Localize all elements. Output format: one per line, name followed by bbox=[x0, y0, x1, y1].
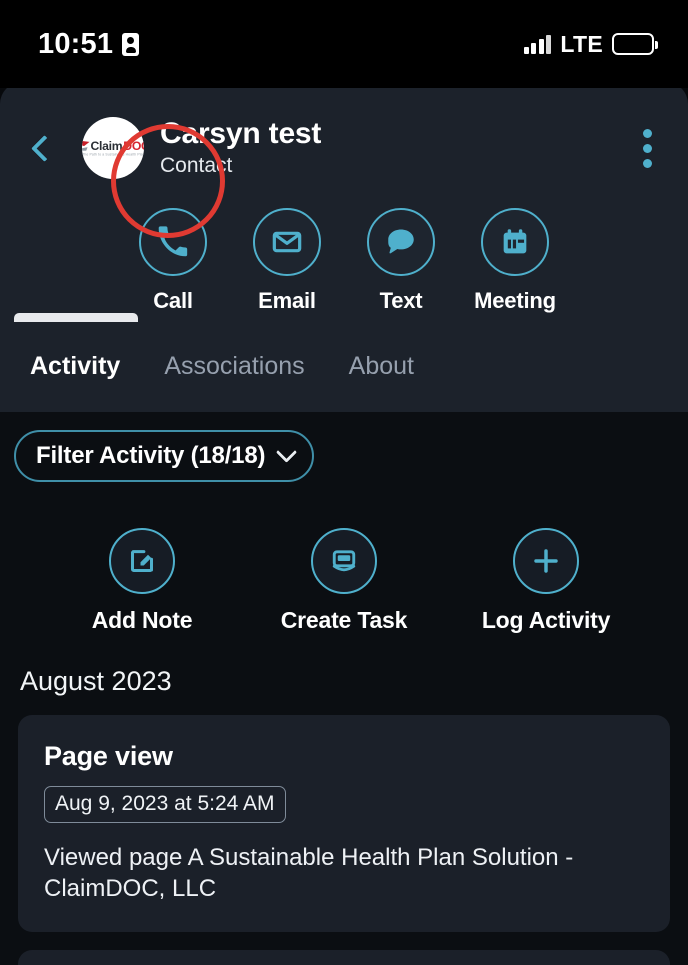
action-text[interactable]: Text bbox=[344, 208, 458, 314]
status-bar-right: LTE bbox=[523, 30, 658, 58]
overflow-menu-icon[interactable] bbox=[616, 128, 678, 168]
action-email-label: Email bbox=[258, 288, 316, 313]
quick-action-log-activity[interactable]: Log Activity bbox=[471, 528, 621, 634]
logo-word-doc: DOC bbox=[122, 138, 144, 153]
activity-card-title: Page view bbox=[44, 741, 173, 771]
edit-note-icon bbox=[109, 528, 175, 594]
quick-action-create-task-label: Create Task bbox=[280, 607, 408, 633]
logo-tagline: The Path to a Sustainable Health Plan bbox=[82, 152, 144, 157]
filter-activity-label: Filter Activity (18/18) bbox=[36, 442, 266, 469]
activity-feed: Add Note Create Task Log Activity August… bbox=[0, 500, 688, 965]
tab-activity[interactable]: Activity bbox=[30, 346, 120, 381]
calendar-icon bbox=[481, 208, 549, 276]
contact-tabs: Activity Associations About bbox=[0, 346, 688, 412]
activity-card-body: Viewed page A Sustainable Health Plan So… bbox=[44, 844, 574, 902]
filter-activity-button[interactable]: Filter Activity (18/18) bbox=[14, 430, 315, 482]
action-text-label: Text bbox=[379, 288, 423, 313]
action-meeting-label: Meeting bbox=[474, 288, 556, 313]
back-button[interactable] bbox=[12, 134, 76, 162]
contact-identity: ClaimDOC The Path to a Sustainable Healt… bbox=[82, 117, 616, 179]
claimdoc-mark-icon bbox=[82, 140, 89, 150]
action-call[interactable]: Call bbox=[116, 208, 230, 314]
quick-action-log-activity-label: Log Activity bbox=[481, 607, 611, 633]
battery-full-icon bbox=[612, 33, 658, 55]
chat-bubble-icon bbox=[367, 208, 435, 276]
page-title: Carsyn test bbox=[160, 117, 322, 151]
activity-card-next-partial[interactable] bbox=[18, 950, 670, 965]
activity-timestamp-chip: Aug 9, 2023 at 5:24 AM bbox=[44, 786, 286, 823]
quick-actions: Add Note Create Task Log Activity bbox=[0, 500, 688, 634]
status-bar-left: 10:51 bbox=[38, 27, 140, 61]
quick-action-add-note[interactable]: Add Note bbox=[67, 528, 217, 634]
filter-bar: Filter Activity (18/18) bbox=[0, 412, 688, 500]
activity-card[interactable]: Page view Aug 9, 2023 at 5:24 AM Viewed … bbox=[18, 715, 670, 933]
action-call-label: Call bbox=[153, 288, 193, 313]
contact-header-row: ClaimDOC The Path to a Sustainable Healt… bbox=[0, 100, 688, 196]
contact-actions: Call Email Text Meeting bbox=[0, 208, 688, 314]
tab-associations[interactable]: Associations bbox=[164, 346, 304, 381]
avatar: ClaimDOC The Path to a Sustainable Healt… bbox=[82, 117, 144, 179]
chevron-down-icon bbox=[276, 441, 298, 463]
contact-header-panel: ClaimDOC The Path to a Sustainable Healt… bbox=[0, 82, 688, 412]
task-icon bbox=[311, 528, 377, 594]
network-type-label: LTE bbox=[560, 30, 603, 57]
phone-icon bbox=[139, 208, 207, 276]
logo-word-claim: Claim bbox=[90, 138, 122, 153]
tab-about[interactable]: About bbox=[349, 346, 414, 381]
claimdoc-logo: ClaimDOC The Path to a Sustainable Healt… bbox=[82, 139, 144, 156]
chevron-left-icon bbox=[30, 134, 58, 162]
cellular-signal-icon bbox=[523, 34, 552, 54]
quick-action-create-task[interactable]: Create Task bbox=[269, 528, 419, 634]
active-tab-indicator bbox=[14, 313, 138, 322]
contact-title-block: Carsyn test Contact bbox=[160, 117, 322, 177]
action-email[interactable]: Email bbox=[230, 208, 344, 314]
phone-screen: 10:51 LTE ClaimDOC bbox=[0, 0, 688, 965]
envelope-icon bbox=[253, 208, 321, 276]
action-meeting[interactable]: Meeting bbox=[458, 208, 572, 314]
status-time: 10:51 bbox=[38, 27, 114, 60]
contact-subtitle: Contact bbox=[160, 153, 233, 177]
id-badge-icon bbox=[122, 32, 140, 56]
status-bar: 10:51 LTE bbox=[0, 0, 688, 88]
quick-action-add-note-label: Add Note bbox=[91, 607, 193, 633]
plus-icon bbox=[513, 528, 579, 594]
timeline-month-header: August 2023 bbox=[20, 666, 172, 696]
